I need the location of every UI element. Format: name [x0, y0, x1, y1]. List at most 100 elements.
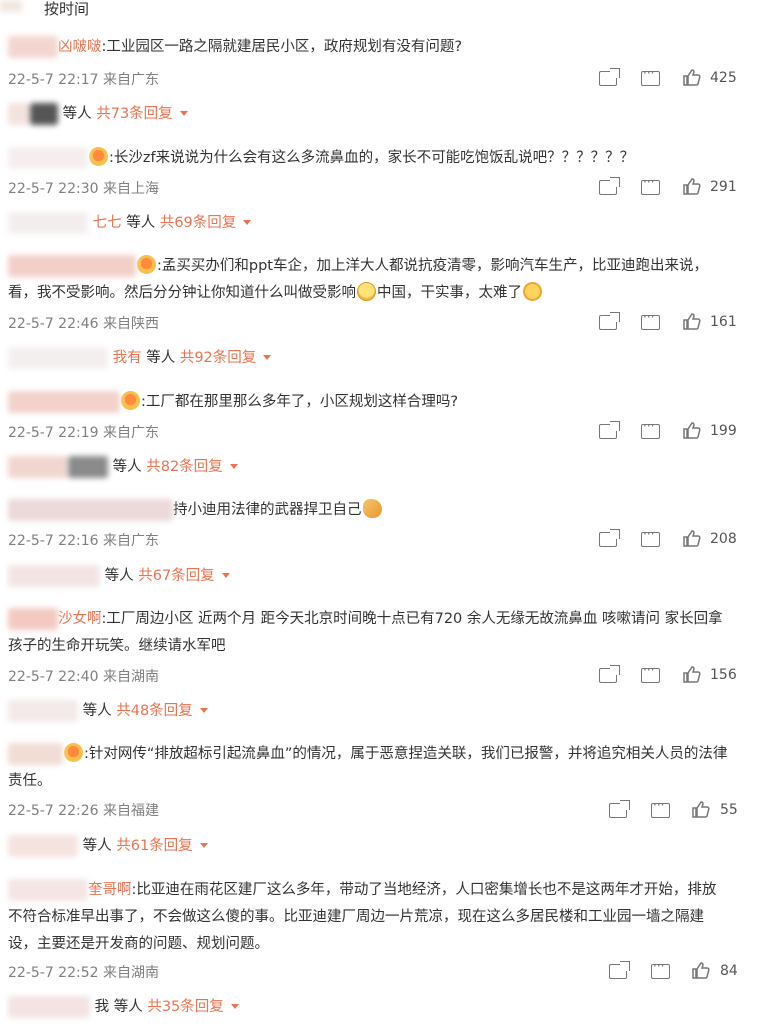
like-icon[interactable] [683, 530, 701, 547]
like-icon[interactable] [692, 801, 710, 818]
comment-text: :工厂都在那里那么多年了，小区规划这样合理吗? [8, 389, 728, 416]
comment-text: 奎哥啊:比亚迪在雨花区建厂这么多年，带动了当地经济，人口密集增长也不是这两年才开… [8, 877, 728, 958]
blurred-username [8, 608, 58, 630]
comment-icon[interactable] [641, 527, 660, 547]
comment-meta: 22-5-7 22:30 来自上海 [8, 181, 159, 197]
reply-row: 我 等人 共35条回复 [8, 995, 239, 1019]
comment-author[interactable]: 沙女啊 [58, 611, 102, 627]
reply-row: 等人 共61条回复 [8, 834, 208, 858]
comment-icon[interactable] [651, 798, 670, 818]
like-icon[interactable] [683, 69, 701, 86]
like-count: 55 [720, 802, 738, 818]
chevron-down-icon [229, 464, 238, 469]
reply-link[interactable]: 共61条回复 [116, 838, 208, 854]
comment-text: 凶啵啵:工业园区一路之隔就建居民小区，政府规划有没有问题? [8, 34, 728, 61]
like-icon[interactable] [683, 422, 701, 439]
vip-badge-icon [121, 391, 140, 410]
comment-text: 持小迪用法律的武器捍卫自己 [8, 497, 728, 524]
like-count: 156 [710, 667, 737, 683]
blurred-username [8, 879, 88, 901]
vip-badge-icon [64, 743, 83, 762]
like-count: 208 [710, 531, 737, 547]
reply-link[interactable]: 共35条回复 [147, 999, 239, 1015]
chevron-down-icon [263, 355, 272, 360]
comment-author[interactable]: 奎哥啊 [88, 882, 132, 898]
reply-prefix: 等人 [113, 999, 143, 1015]
reply-row: 等人 共67条回复 [8, 564, 230, 588]
comment-meta: 22-5-7 22:40 来自湖南 [8, 669, 159, 685]
chevron-down-icon [199, 843, 208, 848]
sort-by-time[interactable]: 按时间 [44, 0, 89, 19]
reply-prefix: 等人 [62, 106, 92, 122]
chevron-down-icon [199, 708, 208, 713]
blurred-avatar [0, 0, 22, 12]
comment-meta: 22-5-7 22:17 来自广东 [8, 72, 159, 88]
like-icon[interactable] [683, 313, 701, 330]
blurred-avatar [30, 103, 58, 125]
reply-row: 等人 共48条回复 [8, 699, 208, 723]
like-count: 291 [710, 179, 737, 195]
comment-text: :长沙zf来说说为什么会有这么多流鼻血的，家长不可能吃饱饭乱说吧？？？？？？ [8, 145, 728, 172]
chevron-down-icon [230, 1004, 239, 1009]
reply-link[interactable]: 共69条回复 [160, 215, 252, 231]
reply-prefix: 等人 [126, 215, 156, 231]
chevron-down-icon [179, 111, 188, 116]
reply-prefix: 等人 [82, 838, 112, 854]
blurred-username [8, 499, 173, 521]
like-count: 425 [710, 70, 737, 86]
share-icon[interactable] [609, 961, 630, 979]
sort-bar: 按时间 [0, 0, 760, 22]
comment-icon[interactable] [641, 419, 660, 439]
blurred-avatar [8, 212, 88, 234]
comment-meta: 22-5-7 22:16 来自广东 [8, 533, 159, 549]
share-icon[interactable] [599, 68, 620, 86]
comment-meta: 22-5-7 22:19 来自广东 [8, 425, 159, 441]
comment-text: :针对网传“排放超标引起流鼻血”的情况，属于恶意捏造关联，我们已报警，并将追究相… [8, 741, 728, 795]
share-icon[interactable] [599, 177, 620, 195]
chevron-down-icon [243, 220, 252, 225]
comment-icon[interactable] [641, 66, 660, 86]
blurred-username [8, 147, 88, 169]
comment-icon[interactable] [651, 959, 670, 979]
comment-text: 沙女啊:工厂周边小区 近两个月 距今天北京时间晚十点已有720 余人无缘无故流鼻… [8, 606, 728, 660]
reply-link[interactable]: 共92条回复 [180, 350, 272, 366]
blurred-avatar [8, 103, 30, 125]
share-icon[interactable] [599, 529, 620, 547]
share-icon[interactable] [609, 800, 630, 818]
blurred-avatar [68, 456, 108, 478]
blurred-username [8, 255, 136, 277]
reply-link[interactable]: 共67条回复 [138, 568, 230, 584]
comment-author[interactable]: 凶啵啵 [58, 39, 102, 55]
share-icon[interactable] [599, 665, 620, 683]
reply-row: 七七 等人 共69条回复 [8, 211, 252, 235]
reply-link[interactable]: 共82条回复 [146, 459, 238, 475]
share-icon[interactable] [599, 312, 620, 330]
comment-icon[interactable] [641, 663, 660, 683]
like-count: 84 [720, 963, 738, 979]
pray-emoji-icon [523, 282, 542, 301]
share-icon[interactable] [599, 421, 620, 439]
comment-meta: 22-5-7 22:26 来自福建 [8, 803, 159, 819]
vip-badge-icon [89, 147, 108, 166]
comment-icon[interactable] [641, 310, 660, 330]
blurred-username [8, 391, 120, 413]
reply-link[interactable]: 共73条回复 [96, 106, 188, 122]
blurred-avatar [8, 835, 78, 857]
reply-link[interactable]: 共48条回复 [116, 703, 208, 719]
flex-arm-emoji-icon [362, 499, 382, 518]
comment-icon[interactable] [641, 175, 660, 195]
blurred-username [8, 36, 58, 58]
grimace-emoji-icon [357, 282, 376, 301]
reply-name[interactable]: 我有 [113, 350, 142, 366]
blurred-avatar [8, 456, 68, 478]
like-icon[interactable] [683, 178, 701, 195]
reply-row: 等人 共73条回复 [8, 102, 188, 126]
like-icon[interactable] [683, 666, 701, 683]
reply-name[interactable]: 七七 [93, 215, 122, 231]
like-icon[interactable] [692, 962, 710, 979]
comment-meta: 22-5-7 22:52 来自湖南 [8, 965, 159, 981]
chevron-down-icon [221, 573, 230, 578]
like-count: 161 [710, 314, 737, 330]
reply-name[interactable]: 我 [95, 999, 110, 1015]
blurred-avatar [8, 996, 90, 1018]
